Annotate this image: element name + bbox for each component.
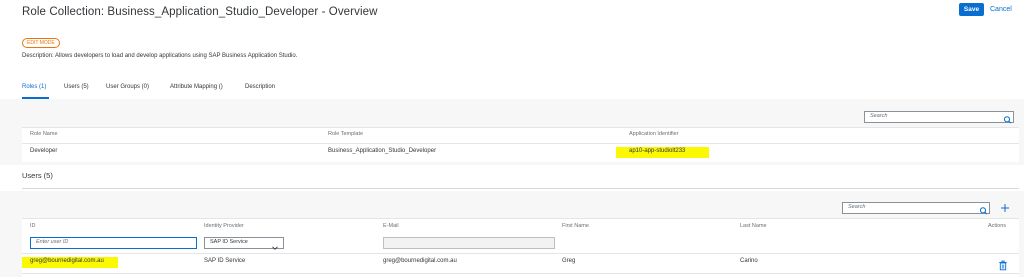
app-id-cell: ap10-app-studiolt233 bbox=[629, 148, 686, 154]
tab-attribute-mapping[interactable]: Attribute Mapping () bbox=[170, 84, 223, 90]
identity-provider-value: SAP ID Service bbox=[210, 239, 248, 245]
col-actions: Actions bbox=[988, 223, 1007, 229]
user-id-cell: greg@bournedigital.com.au bbox=[30, 258, 104, 264]
email-input bbox=[383, 237, 555, 249]
chevron-down-icon bbox=[271, 239, 279, 257]
save-button[interactable]: Save bbox=[959, 3, 984, 16]
identity-provider-select[interactable]: SAP ID Service bbox=[204, 237, 284, 250]
users-search-input[interactable]: Search bbox=[842, 202, 990, 215]
page-title: Role Collection: Business_Application_St… bbox=[22, 6, 378, 18]
col-role-name: Role Name bbox=[30, 131, 58, 137]
users-section-title: Users (5) bbox=[22, 171, 53, 180]
divider bbox=[22, 253, 1019, 254]
cancel-button[interactable]: Cancel bbox=[990, 3, 1012, 16]
role-name-cell: Developer bbox=[30, 148, 58, 154]
tab-description[interactable]: Description bbox=[245, 84, 275, 90]
search-icon[interactable] bbox=[978, 203, 989, 215]
identity-provider-cell: SAP ID Service bbox=[204, 258, 246, 264]
role-template-cell: Business_Application_Studio_Developer bbox=[328, 148, 437, 154]
divider bbox=[22, 273, 1019, 274]
roles-table bbox=[22, 127, 1019, 162]
first-name-cell: Greg bbox=[562, 258, 576, 264]
description-text: Description: Allows developers to load a… bbox=[22, 53, 298, 59]
tab-roles[interactable]: Roles (1) bbox=[22, 84, 46, 90]
search-icon[interactable] bbox=[1002, 112, 1013, 124]
users-search-placeholder: Search bbox=[848, 204, 866, 210]
tab-bar: Roles (1) Users (5) User Groups (0) Attr… bbox=[0, 74, 1024, 99]
col-id: ID bbox=[30, 223, 36, 229]
user-id-placeholder: Enter user ID bbox=[36, 239, 69, 245]
edit-mode-badge: EDIT MODE bbox=[22, 38, 60, 48]
col-first-name: First Name bbox=[562, 223, 589, 229]
col-email: E-Mail bbox=[383, 223, 399, 229]
email-cell: greg@bournedigital.com.au bbox=[383, 258, 457, 264]
col-last-name: Last Name bbox=[740, 223, 767, 229]
tab-user-groups[interactable]: User Groups (0) bbox=[106, 84, 149, 90]
plus-icon[interactable] bbox=[999, 201, 1011, 213]
tab-users[interactable]: Users (5) bbox=[64, 84, 89, 90]
trash-icon[interactable] bbox=[998, 258, 1008, 271]
section-divider bbox=[22, 188, 1019, 189]
divider bbox=[22, 143, 1019, 144]
col-application-identifier: Application Identifier bbox=[629, 131, 679, 137]
col-identity-provider: Identity Provider bbox=[204, 223, 244, 229]
roles-search-placeholder: Search bbox=[870, 113, 888, 119]
col-role-template: Role Template bbox=[328, 131, 364, 137]
roles-search-input[interactable]: Search bbox=[864, 111, 1014, 124]
last-name-cell: Carino bbox=[740, 258, 758, 264]
user-id-input[interactable]: Enter user ID bbox=[30, 237, 197, 249]
